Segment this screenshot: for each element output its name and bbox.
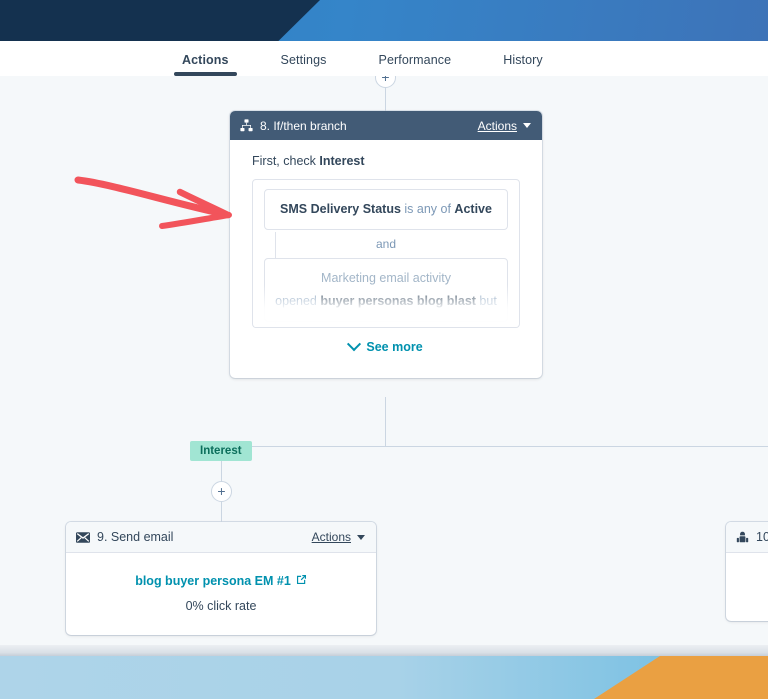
mail-icon [76,531,90,543]
tab-history-label: History [503,53,543,67]
tab-performance[interactable]: Performance [379,53,452,76]
list-card-partial[interactable]: 10 [726,522,768,621]
condition-1-value: Active [454,202,492,216]
connector-below-branch [385,397,386,446]
chevron-down-icon [347,337,362,352]
add-step-above-branch-button[interactable]: + [375,76,396,88]
condition-1-operator: is any of [400,202,455,216]
connector-plus-to-email [221,502,222,522]
chevron-down-icon [357,534,365,540]
list-icon [736,531,749,543]
branch-check-prefix: First, check [252,154,320,168]
tab-bar: Actions Settings Performance History [0,41,768,76]
tab-history[interactable]: History [503,53,543,76]
branch-card-body: First, check Interest SMS Delivery Statu… [230,140,542,378]
email-asset-link[interactable]: blog buyer persona EM #1 [135,574,307,588]
condition-2-subject: opened [275,293,321,308]
email-asset-label: blog buyer persona EM #1 [135,574,291,588]
branch-card-title: 8. If/then branch [260,118,347,133]
list-card-body [726,553,768,621]
chevron-down-icon [523,123,531,128]
red-arrow-annotation [72,170,242,242]
condition-2-value: but [475,293,497,308]
external-link-icon [296,574,307,588]
brand-banner [0,0,768,41]
brand-banner-navy [0,0,320,41]
condition-2-operator: buyer personas blog blast [320,293,476,308]
branch-icon [240,119,253,132]
tab-actions-label: Actions [182,53,229,67]
add-step-left-branch-button[interactable]: + [211,481,232,502]
tab-performance-label: Performance [378,53,452,67]
condition-chip-2[interactable]: Marketing email activity opened buyer pe… [264,258,508,323]
branch-check-target: Interest [319,154,365,168]
email-card-body: blog buyer persona EM #1 0% click rate [66,553,376,635]
branch-actions-label: Actions [477,118,517,133]
connector-label-to-plus [221,466,222,482]
see-more-button[interactable]: See more [252,328,520,368]
branch-card-header: 8. If/then branch Actions [230,111,542,140]
email-card-title: 9. Send email [97,530,174,544]
email-click-rate: 0% click rate [185,599,257,613]
workflow-canvas: + 8. If/then branch Actions First, check… [0,76,768,645]
list-card-header: 10 [726,522,768,553]
condition-join-label: and [375,237,397,252]
condition-chip-1[interactable]: SMS Delivery Status is any of Active [264,189,508,231]
canvas-bottom-edge [0,645,768,656]
email-actions-label: Actions [311,530,351,544]
bottom-band-blue [0,656,660,699]
email-card-header: 9. Send email Actions [66,522,376,553]
connector-split-horizontal [221,446,768,447]
condition-1-subject: SMS Delivery Status [280,202,401,216]
send-email-card[interactable]: 9. Send email Actions blog buyer persona… [66,522,376,635]
branch-check-line: First, check Interest [252,154,520,168]
see-more-label: See more [366,340,423,354]
branch-card[interactable]: 8. If/then branch Actions First, check I… [230,111,542,378]
bottom-band [0,656,768,699]
tab-list: Actions Settings Performance History [0,41,768,76]
list-card-title: 10 [756,530,768,544]
condition-group: SMS Delivery Status is any of Active and… [252,179,520,328]
tab-actions[interactable]: Actions [174,53,237,76]
email-actions-menu[interactable]: Actions [312,530,365,544]
tab-settings[interactable]: Settings [281,53,327,76]
branch-label-interest: Interest [190,441,252,461]
tab-settings-label: Settings [280,53,327,67]
branch-actions-menu[interactable]: Actions [478,119,531,133]
condition-2-meta: Marketing email activity [321,271,451,286]
